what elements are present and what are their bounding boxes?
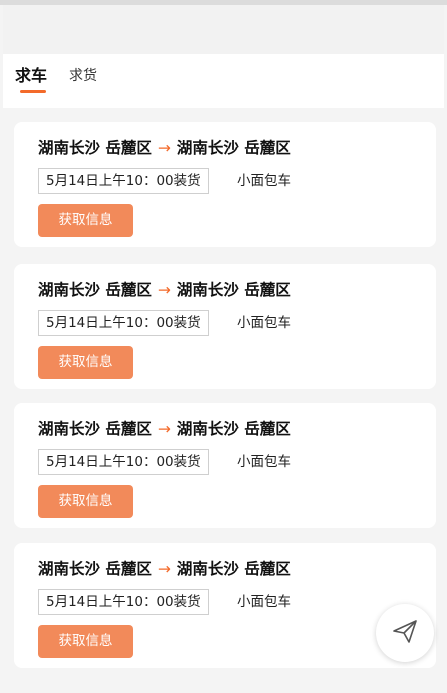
loading-time: 5月14日上午10：00装货: [38, 168, 209, 194]
route: 湖南长沙 岳麓区 → 湖南长沙 岳麓区: [38, 138, 291, 158]
active-tab-indicator: [20, 90, 46, 93]
arrow-icon: →: [157, 281, 171, 299]
get-info-button[interactable]: 获取信息: [38, 625, 133, 658]
order-card[interactable]: 湖南长沙 岳麓区 → 湖南长沙 岳麓区 5月14日上午10：00装货 小面包车 获取…: [14, 543, 436, 668]
send-icon: [390, 616, 420, 650]
send-button[interactable]: [376, 604, 434, 662]
route: 湖南长沙 岳麓区 → 湖南长沙 岳麓区: [38, 280, 291, 300]
get-info-button[interactable]: 获取信息: [38, 346, 133, 379]
get-info-button[interactable]: 获取信息: [38, 204, 133, 237]
loading-time: 5月14日上午10：00装货: [38, 589, 209, 615]
vehicle-type: 小面包车: [237, 173, 291, 189]
arrow-icon: →: [157, 139, 171, 157]
order-card[interactable]: 湖南长沙 岳麓区 → 湖南长沙 岳麓区 5月14日上午10：00装货 小面包车 获取…: [14, 403, 436, 528]
origin: 湖南长沙 岳麓区: [38, 139, 152, 157]
destination: 湖南长沙 岳麓区: [176, 560, 291, 578]
route: 湖南长沙 岳麓区 → 湖南长沙 岳麓区: [38, 559, 291, 579]
order-list: 湖南长沙 岳麓区 → 湖南长沙 岳麓区 5月14日上午10：00装货 小面包车 获取…: [3, 108, 444, 693]
arrow-icon: →: [157, 420, 171, 438]
tab-bar: 求车 求货: [3, 54, 444, 108]
vehicle-type: 小面包车: [237, 454, 291, 470]
destination: 湖南长沙 岳麓区: [176, 281, 291, 299]
vehicle-type: 小面包车: [237, 594, 291, 610]
order-card[interactable]: 湖南长沙 岳麓区 → 湖南长沙 岳麓区 5月14日上午10：00装货 小面包车 获取…: [14, 122, 436, 247]
destination: 湖南长沙 岳麓区: [176, 139, 291, 157]
loading-time: 5月14日上午10：00装货: [38, 449, 209, 475]
order-card[interactable]: 湖南长沙 岳麓区 → 湖南长沙 岳麓区 5月14日上午10：00装货 小面包车 获取…: [14, 264, 436, 389]
route: 湖南长沙 岳麓区 → 湖南长沙 岳麓区: [38, 419, 291, 439]
header-bar: [3, 5, 444, 54]
vehicle-type: 小面包车: [237, 315, 291, 331]
get-info-button[interactable]: 获取信息: [38, 485, 133, 518]
loading-time: 5月14日上午10：00装货: [38, 310, 209, 336]
origin: 湖南长沙 岳麓区: [38, 560, 152, 578]
tab-need-vehicle[interactable]: 求车: [15, 66, 47, 86]
tab-need-cargo[interactable]: 求货: [69, 66, 97, 86]
origin: 湖南长沙 岳麓区: [38, 281, 152, 299]
destination: 湖南长沙 岳麓区: [176, 420, 291, 438]
origin: 湖南长沙 岳麓区: [38, 420, 152, 438]
arrow-icon: →: [157, 560, 171, 578]
